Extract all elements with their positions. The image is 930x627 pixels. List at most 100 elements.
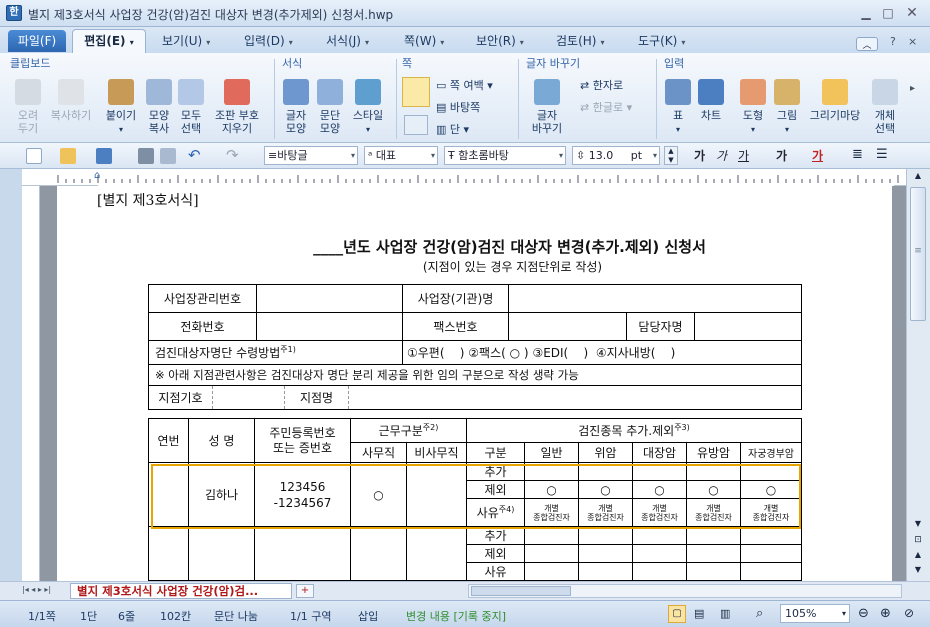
ribbon-more-icon[interactable]: ▸ bbox=[910, 83, 915, 94]
document-tab[interactable]: 별지 제3호서식 사업장 건강(암)검... bbox=[70, 583, 292, 599]
page-up-icon[interactable]: ⊡ bbox=[910, 535, 926, 547]
tab-tools[interactable]: 도구(K) ▾ bbox=[634, 31, 689, 51]
align-justify-icon[interactable]: ≣ bbox=[852, 147, 863, 162]
table-cell[interactable] bbox=[578, 562, 633, 581]
vertical-ruler[interactable] bbox=[22, 186, 40, 581]
table-cell[interactable] bbox=[740, 562, 802, 581]
font-color-button[interactable]: 가 bbox=[812, 147, 823, 164]
horizontal-scrollbar[interactable] bbox=[468, 584, 902, 598]
zoom-more-icon[interactable]: ⊘ bbox=[904, 606, 914, 620]
picture-button[interactable]: 그림 ▾ bbox=[772, 79, 802, 136]
manager-cell[interactable] bbox=[694, 312, 802, 341]
view-normal-icon[interactable]: ▢ bbox=[668, 605, 686, 623]
tab-edit[interactable]: 편집(E) ▾ bbox=[72, 29, 146, 53]
row1-add-stomach[interactable] bbox=[578, 462, 633, 481]
row1-reason-stomach[interactable]: 개별 종합검진자 bbox=[578, 498, 633, 527]
indent-marker-icon[interactable]: ⌂ bbox=[94, 170, 100, 181]
row1-reason-cervix[interactable]: 개별 종합검진자 bbox=[740, 498, 802, 527]
para-shape-button[interactable]: 문단 모양 bbox=[314, 79, 346, 135]
row2-name[interactable] bbox=[188, 526, 255, 581]
document-page[interactable]: [별지 제3호서식] ____년도 사업장 건강(암)검진 대상자 변경(추가.… bbox=[57, 186, 892, 581]
tab-insert[interactable]: 입력(D) ▾ bbox=[240, 31, 297, 51]
columns-button[interactable]: ▥ 단 ▾ bbox=[436, 123, 469, 136]
table-cell[interactable] bbox=[524, 526, 579, 545]
page-margin-button[interactable]: ▭ 쪽 여백 ▾ bbox=[436, 79, 493, 92]
row1-rrn[interactable]: 123456 -1234567 bbox=[254, 462, 351, 527]
scroll-thumb[interactable]: ≡ bbox=[910, 187, 926, 321]
tab-review[interactable]: 검토(H) ▾ bbox=[552, 31, 608, 51]
drawing-gallery-button[interactable]: 그리기마당 bbox=[806, 79, 864, 122]
row1-nonoffice[interactable] bbox=[406, 462, 467, 527]
table-cell[interactable] bbox=[740, 544, 802, 563]
cut-button[interactable]: 오려 두기 bbox=[10, 79, 46, 135]
align-left-icon[interactable]: ☰ bbox=[876, 147, 888, 162]
chart-button[interactable]: 차트 bbox=[696, 79, 726, 122]
prev-page-icon[interactable]: ▲ bbox=[910, 550, 926, 562]
row2-no[interactable] bbox=[148, 526, 189, 581]
row1-excl-colon[interactable]: ○ bbox=[632, 480, 687, 499]
row1-name[interactable]: 김하나 bbox=[188, 462, 255, 527]
fax-cell[interactable] bbox=[508, 312, 627, 341]
char-shape-button[interactable]: 글자 모양 bbox=[280, 79, 312, 135]
file-tab[interactable]: 파일(F) bbox=[8, 30, 66, 52]
scroll-up-icon[interactable]: ▲ bbox=[910, 171, 926, 183]
zoom-in-icon[interactable]: ⊕ bbox=[880, 606, 891, 621]
horizontal-ruler[interactable]: ⌂ bbox=[22, 169, 906, 186]
italic-button[interactable]: 가 bbox=[716, 147, 727, 164]
doc-close-icon[interactable]: × bbox=[908, 35, 917, 48]
row1-add-breast[interactable] bbox=[686, 462, 741, 481]
new-tab-icon[interactable]: + bbox=[296, 584, 314, 598]
table-cell[interactable] bbox=[632, 526, 687, 545]
help-icon[interactable]: ? bbox=[890, 35, 896, 48]
row2-rrn[interactable] bbox=[254, 526, 351, 581]
maximize-icon[interactable]: □ bbox=[880, 6, 896, 20]
print-icon[interactable] bbox=[138, 148, 154, 164]
receive-options[interactable]: ①우편( ) ②팩스( ○ ) ③EDI( ) ④지사내방( ) bbox=[402, 340, 802, 365]
zoom-select[interactable]: 105% ▾ bbox=[780, 604, 850, 623]
status-track-changes[interactable]: 변경 내용 [기록 중지] bbox=[406, 608, 506, 624]
table-cell[interactable] bbox=[524, 562, 579, 581]
hangul-button[interactable]: ⇄ 한글로 ▾ bbox=[580, 101, 632, 114]
row1-no[interactable] bbox=[148, 462, 189, 527]
format-copy-button[interactable]: 모양 복사 bbox=[144, 79, 174, 135]
vertical-scrollbar[interactable]: ▲ ≡ ▼ ⊡ ▲ ▼ bbox=[906, 169, 930, 581]
font-select[interactable]: Ŧ 함초롬바탕 ▾ bbox=[444, 146, 566, 165]
branch-name-cell[interactable] bbox=[348, 385, 802, 410]
row1-reason-general[interactable]: 개별 종합검진자 bbox=[524, 498, 579, 527]
save-icon[interactable] bbox=[96, 148, 112, 164]
redo-icon[interactable]: ↷ bbox=[226, 146, 239, 164]
view-page-icon[interactable]: ▥ bbox=[720, 607, 730, 620]
tab-page[interactable]: 쪽(W) ▾ bbox=[400, 31, 448, 51]
next-page-icon[interactable]: ▼ bbox=[910, 565, 926, 577]
bold-button[interactable]: 가 bbox=[694, 147, 705, 164]
shape-button[interactable]: 도형 ▾ bbox=[736, 79, 770, 136]
row1-add-general[interactable] bbox=[524, 462, 579, 481]
scroll-down-icon[interactable]: ▼ bbox=[910, 519, 926, 531]
tab-security[interactable]: 보안(R) ▾ bbox=[472, 31, 528, 51]
row2-nonoffice[interactable] bbox=[406, 526, 467, 581]
master-page-button[interactable]: ▤ 바탕쪽 bbox=[436, 101, 480, 114]
tab-nav-icon[interactable]: |◂ ◂ ▸ ▸| bbox=[22, 585, 51, 594]
page-orient-icon[interactable] bbox=[404, 115, 428, 135]
row1-excl-cervix[interactable]: ○ bbox=[740, 480, 802, 499]
size-stepper[interactable]: ▲ ▼ bbox=[664, 146, 678, 165]
underline-button[interactable]: 가 bbox=[738, 147, 749, 164]
tab-view[interactable]: 보기(U) ▾ bbox=[158, 31, 214, 51]
open-folder-icon[interactable] bbox=[60, 148, 76, 164]
view-web-icon[interactable]: ▤ bbox=[694, 607, 704, 620]
table-cell[interactable] bbox=[578, 526, 633, 545]
style-button[interactable]: 스타일 ▾ bbox=[348, 79, 388, 136]
select-all-button[interactable]: 모두 선택 bbox=[176, 79, 206, 135]
status-mode[interactable]: 삽입 bbox=[358, 608, 378, 624]
row1-excl-general[interactable]: ○ bbox=[524, 480, 579, 499]
branch-code-cell[interactable] bbox=[212, 385, 285, 410]
phone-cell[interactable] bbox=[256, 312, 403, 341]
table-cell[interactable] bbox=[686, 562, 741, 581]
zoom-icon[interactable]: ⌕ bbox=[756, 606, 763, 621]
close-icon[interactable]: ✕ bbox=[904, 6, 920, 20]
biz-name-cell[interactable] bbox=[508, 284, 802, 313]
paste-button[interactable]: 붙이기 ▾ bbox=[100, 79, 142, 136]
table-cell[interactable] bbox=[686, 544, 741, 563]
table-cell[interactable] bbox=[632, 544, 687, 563]
row1-office[interactable]: ○ bbox=[350, 462, 407, 527]
